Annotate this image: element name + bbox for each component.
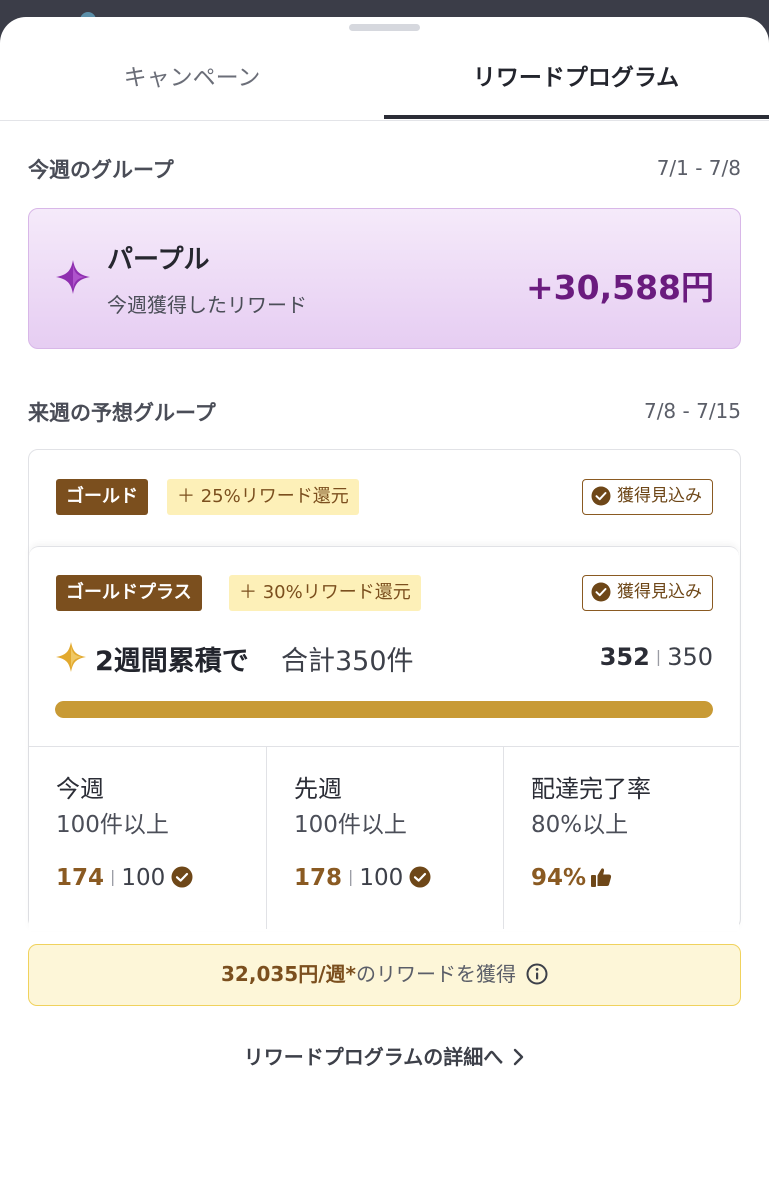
group-subtitle: 今週獲得したリワード bbox=[107, 293, 307, 317]
gold-plus-card: ゴールドプラス ＋ 30%リワード還元 獲得見込み 2週間累積で 合計350件 … bbox=[29, 546, 739, 931]
sparkle-icon bbox=[56, 642, 86, 672]
chevron-right-icon bbox=[514, 1048, 524, 1066]
next-week-group-card: ゴールド ＋ 25%リワード還元 獲得見込み ゴールドプラス ＋ 30%リワード… bbox=[28, 449, 741, 931]
stat-requirement: 100件以上 bbox=[56, 812, 169, 838]
stat-target: 100 bbox=[359, 865, 404, 891]
reward-estimate-banner[interactable]: 32,035円/週*のリワードを獲得 bbox=[28, 944, 741, 1006]
stat-title: 先週 bbox=[294, 775, 342, 803]
stat-this-week: 今週 100件以上 174 | 100 bbox=[29, 747, 266, 929]
active-tab-indicator bbox=[384, 115, 769, 119]
gold-tier-tag: ゴールド bbox=[56, 479, 148, 515]
stat-title: 配達完了率 bbox=[531, 775, 651, 803]
stat-requirement: 80%以上 bbox=[531, 812, 629, 838]
stat-target: 100 bbox=[121, 865, 166, 891]
cumulative-target: 350 bbox=[667, 643, 713, 671]
tab-reward-program[interactable]: リワードプログラム bbox=[384, 49, 768, 121]
count-separator: | bbox=[110, 867, 116, 886]
stat-last-week: 先週 100件以上 178 | 100 bbox=[266, 747, 503, 929]
this-week-date-range: 7/1 - 7/8 bbox=[656, 156, 741, 180]
gold-status-label: 獲得見込み bbox=[617, 486, 702, 506]
gold-plus-status-label: 獲得見込み bbox=[617, 582, 702, 602]
tab-bar: キャンペーン リワードプログラム bbox=[0, 49, 769, 121]
reward-amount: +30,588円 bbox=[526, 268, 714, 307]
sheet-grabber[interactable] bbox=[349, 24, 420, 31]
info-icon[interactable] bbox=[526, 963, 548, 985]
check-circle-icon bbox=[591, 486, 611, 506]
reward-estimate-text: のリワードを獲得 bbox=[355, 962, 516, 986]
requirement-stats: 今週 100件以上 174 | 100 先週 100件以上 178 | 100 配達完了… bbox=[29, 746, 739, 929]
cumulative-current: 352 bbox=[599, 643, 650, 671]
stat-title: 今週 bbox=[56, 775, 104, 803]
this-week-group-card: パープル 今週獲得したリワード +30,588円 bbox=[28, 208, 741, 349]
stat-value: 178 | 100 bbox=[294, 865, 431, 891]
reward-estimate-amount: 32,035円/週* bbox=[221, 962, 356, 986]
cumulative-label: 2週間累積で bbox=[95, 646, 249, 677]
gold-plus-status-badge: 獲得見込み bbox=[582, 575, 713, 611]
gold-plus-bonus-tag: ＋ 30%リワード還元 bbox=[229, 575, 421, 611]
check-circle-icon bbox=[171, 866, 193, 888]
gold-bonus-tag: ＋ 25%リワード還元 bbox=[167, 479, 359, 515]
check-circle-icon bbox=[409, 866, 431, 888]
stat-value: 94% bbox=[531, 865, 612, 891]
stat-current: 94% bbox=[531, 865, 587, 891]
count-separator: | bbox=[655, 647, 662, 666]
stat-delivery-rate: 配達完了率 80%以上 94% bbox=[503, 747, 739, 929]
tab-campaign[interactable]: キャンペーン bbox=[0, 49, 384, 121]
cumulative-count: 352 | 350 bbox=[600, 643, 713, 671]
count-separator: | bbox=[348, 867, 354, 886]
stat-value: 174 | 100 bbox=[56, 865, 193, 891]
reward-program-details-link[interactable]: リワードプログラムの詳細へ bbox=[0, 1041, 769, 1070]
stat-requirement: 100件以上 bbox=[294, 812, 407, 838]
next-week-title: 来週の予想グループ bbox=[28, 401, 216, 425]
group-name: パープル bbox=[107, 245, 210, 275]
gold-plus-tier-tag: ゴールドプラス bbox=[56, 575, 202, 611]
cumulative-total: 合計350件 bbox=[281, 646, 414, 677]
stat-current: 178 bbox=[294, 865, 343, 891]
sparkle-icon bbox=[56, 260, 90, 294]
check-circle-icon bbox=[591, 582, 611, 602]
next-week-date-range: 7/8 - 7/15 bbox=[643, 399, 741, 423]
bottom-sheet: キャンペーン リワードプログラム 今週のグループ 7/1 - 7/8 パープル … bbox=[0, 17, 769, 1200]
thumbs-up-icon bbox=[591, 868, 612, 887]
progress-fill bbox=[55, 701, 713, 718]
details-link-label: リワードプログラムの詳細へ bbox=[243, 1045, 504, 1069]
cumulative-progress-bar bbox=[55, 701, 713, 718]
this-week-title: 今週のグループ bbox=[28, 158, 174, 182]
gold-status-badge: 獲得見込み bbox=[582, 479, 713, 515]
stat-current: 174 bbox=[56, 865, 105, 891]
